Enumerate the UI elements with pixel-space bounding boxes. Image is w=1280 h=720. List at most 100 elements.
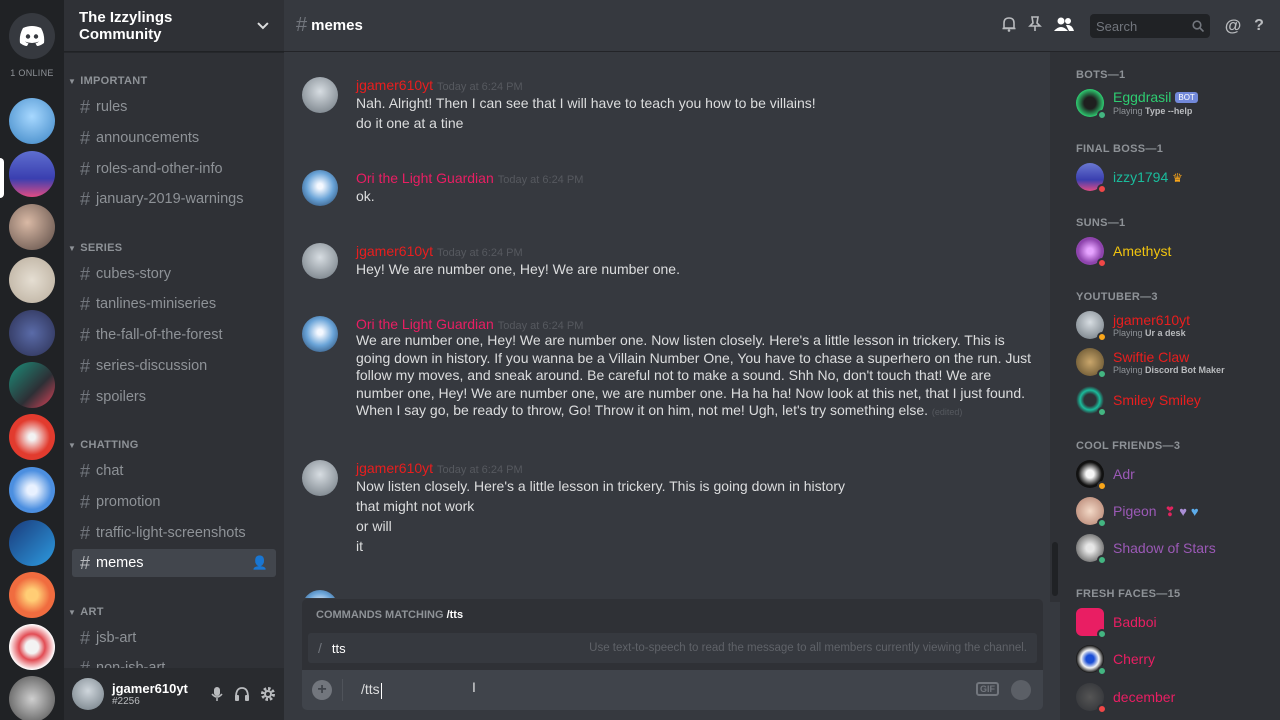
channel-announcements[interactable]: # announcements — [72, 124, 276, 152]
purple-heart-icon: ♥ — [1179, 503, 1187, 519]
gif-button[interactable]: GIF — [976, 682, 999, 696]
member-smiley-smiley[interactable]: Smiley Smiley — [1076, 382, 1276, 418]
message-author[interactable]: Ori the Light Guardian — [356, 170, 494, 186]
user-panel: jgamer610yt #2256 — [64, 668, 284, 720]
channel-jsb-art[interactable]: # jsb-art — [72, 624, 276, 652]
member-december[interactable]: december — [1076, 679, 1276, 715]
avatar — [1076, 348, 1107, 379]
member-adr[interactable]: Adr — [1076, 456, 1276, 492]
server-icon-10[interactable] — [9, 572, 55, 618]
member-activity: Type --help — [1145, 106, 1193, 117]
server-icon-4[interactable] — [9, 257, 55, 303]
server-icon-11[interactable] — [9, 624, 55, 670]
status-dot — [1097, 704, 1107, 714]
microphone-icon[interactable] — [210, 686, 224, 702]
member-pigeon[interactable]: Pigeon ❣ ♥ ♥ — [1076, 493, 1276, 529]
emoji-icon[interactable] — [1011, 680, 1031, 700]
message: Ori the Light Guardian Today at 6:24 PM o… — [302, 170, 1042, 206]
home-button[interactable] — [9, 13, 55, 59]
message: jgamer610yt Today at 6:24 PM Now listen c… — [302, 460, 1042, 556]
text-cursor — [380, 682, 382, 699]
server-icon-9[interactable] — [9, 520, 55, 566]
server-icon-8[interactable] — [9, 467, 55, 513]
channel-cubes-story[interactable]: # cubes-story — [72, 260, 276, 288]
status-dot — [1097, 184, 1107, 194]
member-cherry[interactable]: Cherry — [1076, 641, 1276, 677]
channel-the-fall-of-the-forest[interactable]: # the-fall-of-the-forest — [72, 321, 276, 349]
channel-label: jsb-art — [96, 630, 137, 646]
message-author[interactable]: jgamer610yt — [356, 460, 433, 476]
hash-icon: # — [80, 188, 91, 209]
category-chatting[interactable]: ▼ CHATTING — [68, 439, 139, 451]
server-icon-5[interactable] — [9, 310, 55, 356]
member-jgamer610yt[interactable]: jgamer610yt Playing Ur a desk — [1076, 307, 1276, 343]
channel-tanlines-miniseries[interactable]: # tanlines-miniseries — [72, 290, 276, 318]
channel-roles-and-other-info[interactable]: # roles-and-other-info — [72, 155, 276, 183]
channel-non-jsb-art[interactable]: # non-jsb-art — [72, 654, 276, 669]
channel-january-2019-warnings[interactable]: # january-2019-warnings — [72, 185, 276, 213]
server-icon-7[interactable] — [9, 414, 55, 460]
scrollbar[interactable] — [1050, 52, 1060, 602]
member-swiftie-claw[interactable]: Swiftie Claw Playing Discord Bot Maker — [1076, 344, 1276, 380]
server-icon-3[interactable] — [9, 204, 55, 250]
channel-chat[interactable]: # chat — [72, 457, 276, 485]
category-art[interactable]: ▼ ART — [68, 606, 104, 618]
scrollbar-thumb[interactable] — [1052, 542, 1058, 596]
category-important[interactable]: ▼ IMPORTANT — [68, 75, 148, 87]
command-option-tts[interactable]: / tts Use text-to-speech to read the mes… — [308, 633, 1037, 663]
server-icon-6[interactable] — [9, 362, 55, 408]
status-dot — [1097, 481, 1107, 491]
status-dot — [1097, 518, 1107, 528]
message-author[interactable]: jgamer610yt — [356, 77, 433, 93]
message-line: Hey! We are number one, Hey! We are numb… — [356, 261, 680, 277]
avatar[interactable] — [302, 316, 338, 352]
member-name: Swiftie Claw — [1113, 348, 1190, 365]
avatar[interactable] — [72, 678, 104, 710]
message: Ori the Light Guardian Today at 6:24 PM W… — [302, 316, 1042, 422]
channel-promotion[interactable]: # promotion — [72, 488, 276, 516]
channel-label: promotion — [96, 494, 161, 510]
member-list-icon[interactable] — [1048, 16, 1080, 37]
avatar[interactable] — [302, 170, 338, 206]
pin-icon[interactable] — [1022, 15, 1048, 37]
member-group-header: BOTS—1 — [1076, 69, 1126, 81]
add-user-icon[interactable]: 👤 — [252, 555, 268, 571]
message-author[interactable]: jgamer610yt — [356, 243, 433, 259]
server-icon-12[interactable] — [9, 676, 55, 720]
channel-memes[interactable]: # memes 👤 — [72, 549, 276, 577]
channel-spoilers[interactable]: # spoilers — [72, 383, 276, 411]
member-name: izzy1794 — [1113, 168, 1169, 185]
message-author[interactable]: Ori the Light Guardian — [356, 316, 494, 332]
guild-header[interactable]: The Izzylings Community — [64, 0, 284, 52]
avatar[interactable] — [302, 590, 338, 598]
avatar[interactable] — [302, 243, 338, 279]
message-input[interactable]: /tts — [361, 681, 382, 699]
member-izzy1794[interactable]: izzy1794 ♛ — [1076, 159, 1276, 195]
member-shadow-of-stars[interactable]: Shadow of Stars — [1076, 530, 1276, 566]
message-list: jgamer610yt Today at 6:24 PM Nah. Alright… — [284, 52, 1050, 598]
category-series[interactable]: ▼ SERIES — [68, 242, 122, 254]
member-name: Amethyst — [1113, 243, 1172, 259]
member-amethyst[interactable]: Amethyst — [1076, 233, 1276, 269]
channel-rules[interactable]: # rules — [72, 93, 276, 121]
channel-traffic-light-screenshots[interactable]: # traffic-light-screenshots — [72, 519, 276, 547]
bot-badge: BOT — [1175, 92, 1198, 104]
message: jgamer610yt Today at 6:24 PM Nah. Alright… — [302, 77, 1042, 133]
server-icon-1[interactable] — [9, 98, 55, 144]
channel-label: roles-and-other-info — [96, 161, 223, 177]
gear-icon[interactable] — [260, 686, 276, 702]
channel-series-discussion[interactable]: # series-discussion — [72, 352, 276, 380]
bell-icon[interactable] — [996, 16, 1022, 37]
member-badboi[interactable]: Badboi — [1076, 604, 1276, 640]
channel-label: chat — [96, 463, 124, 479]
upload-plus-icon[interactable]: + — [312, 680, 332, 700]
help-icon[interactable]: ? — [1246, 17, 1272, 35]
search-input[interactable]: Search — [1090, 14, 1210, 38]
headphones-icon[interactable] — [234, 686, 250, 702]
server-icon-2[interactable] — [9, 151, 55, 197]
message-timestamp: Today at 6:24 PM — [497, 320, 584, 332]
avatar[interactable] — [302, 77, 338, 113]
avatar[interactable] — [302, 460, 338, 496]
mention-icon[interactable]: @ — [1220, 16, 1246, 36]
member-eggdrasil[interactable]: Eggdrasil BOT Playing Type --help — [1076, 85, 1276, 121]
